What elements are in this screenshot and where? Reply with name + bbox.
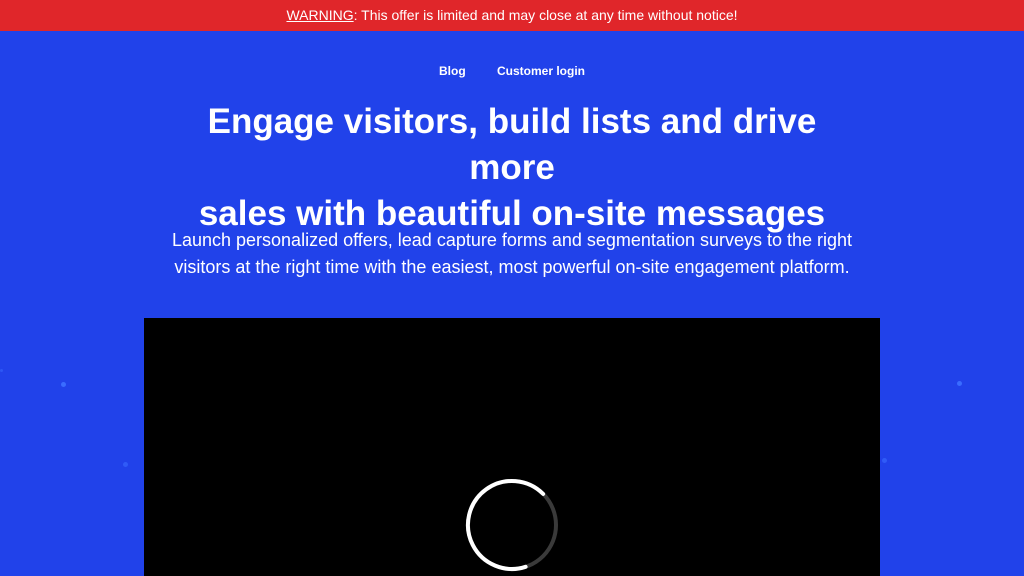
- hero-subheading-line-2: visitors at the right time with the easi…: [174, 257, 850, 277]
- warning-message: : This offer is limited and may close at…: [353, 7, 738, 23]
- loading-spinner-icon: [465, 479, 558, 571]
- top-nav: Blog Customer login: [0, 64, 1024, 78]
- nav-link-customer-login[interactable]: Customer login: [497, 64, 585, 78]
- warning-banner: WARNING: This offer is limited and may c…: [0, 0, 1024, 31]
- warning-label[interactable]: WARNING: [286, 7, 353, 23]
- hero-headline-line-1: Engage visitors, build lists and drive m…: [207, 102, 817, 187]
- decorative-dot: [123, 462, 128, 467]
- hero-subheading: Launch personalized offers, lead capture…: [112, 227, 912, 281]
- hero-subheading-line-1: Launch personalized offers, lead capture…: [171, 230, 853, 250]
- decorative-dot: [957, 381, 962, 386]
- hero-headline: Engage visitors, build lists and drive m…: [162, 99, 862, 237]
- decorative-dot: [0, 369, 3, 372]
- decorative-dot: [61, 382, 66, 387]
- nav-link-blog[interactable]: Blog: [439, 64, 466, 78]
- decorative-dot: [882, 458, 887, 463]
- video-player[interactable]: [144, 318, 880, 576]
